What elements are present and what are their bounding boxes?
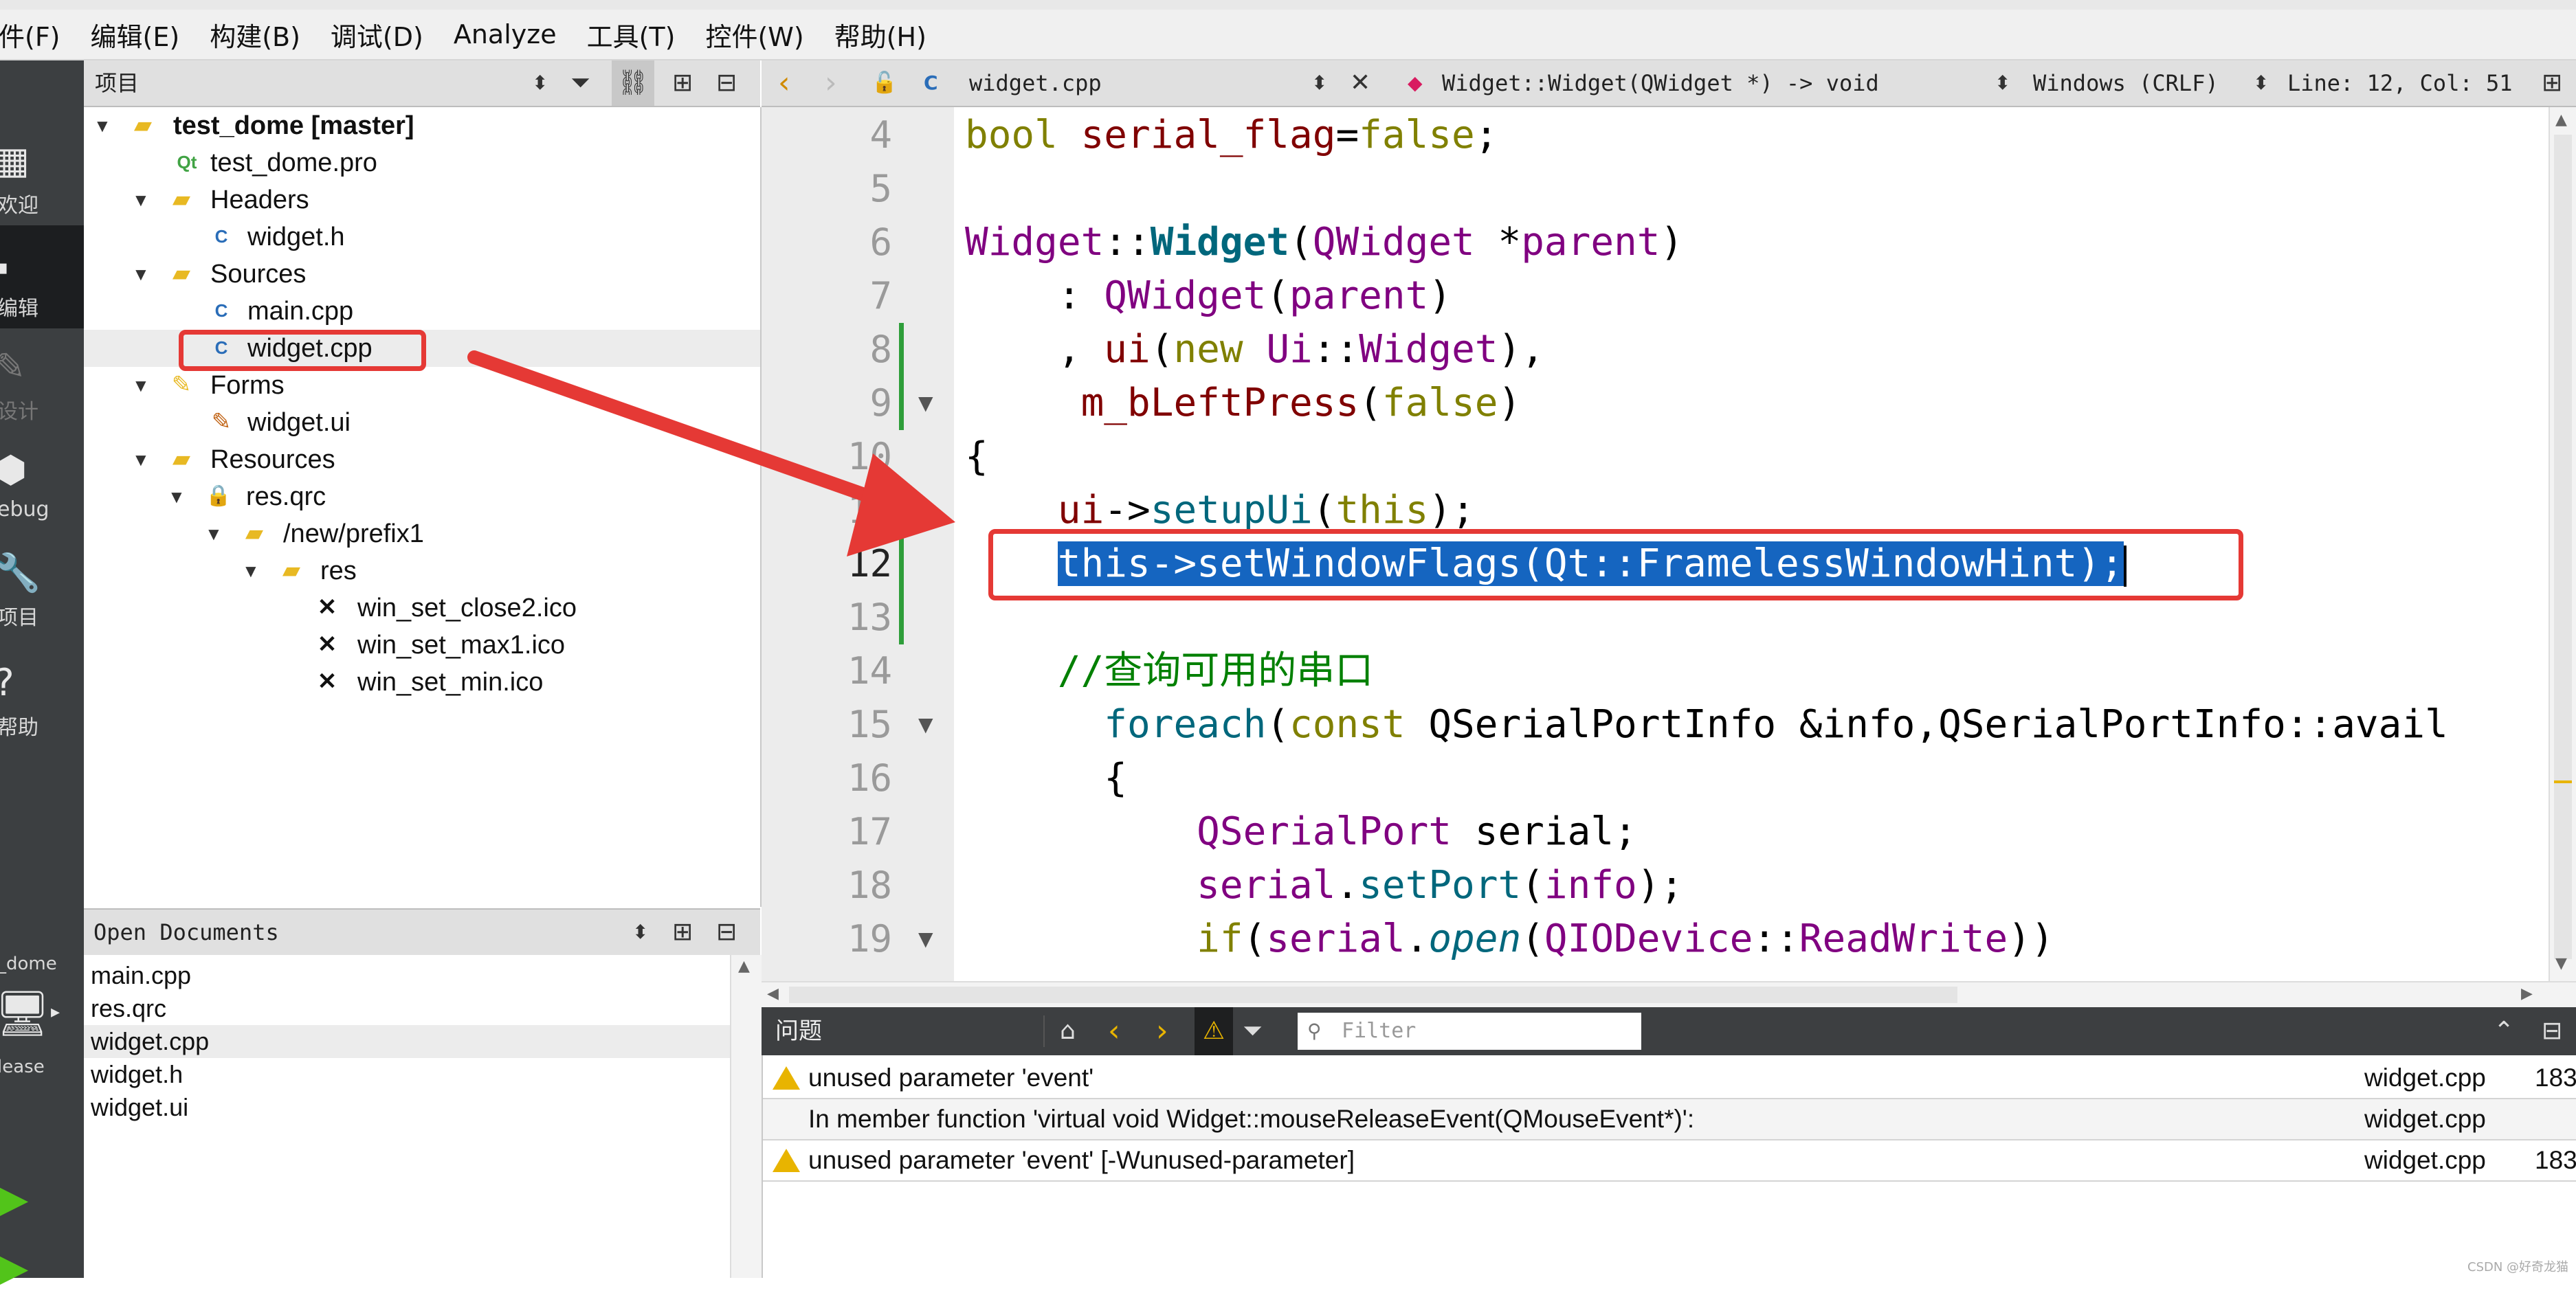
watermark: CSDN @好奇龙猫 (2467, 1260, 2569, 1274)
arrow-shaft (467, 350, 900, 512)
annotation-arrow (467, 350, 955, 557)
arrow-head (847, 453, 955, 557)
